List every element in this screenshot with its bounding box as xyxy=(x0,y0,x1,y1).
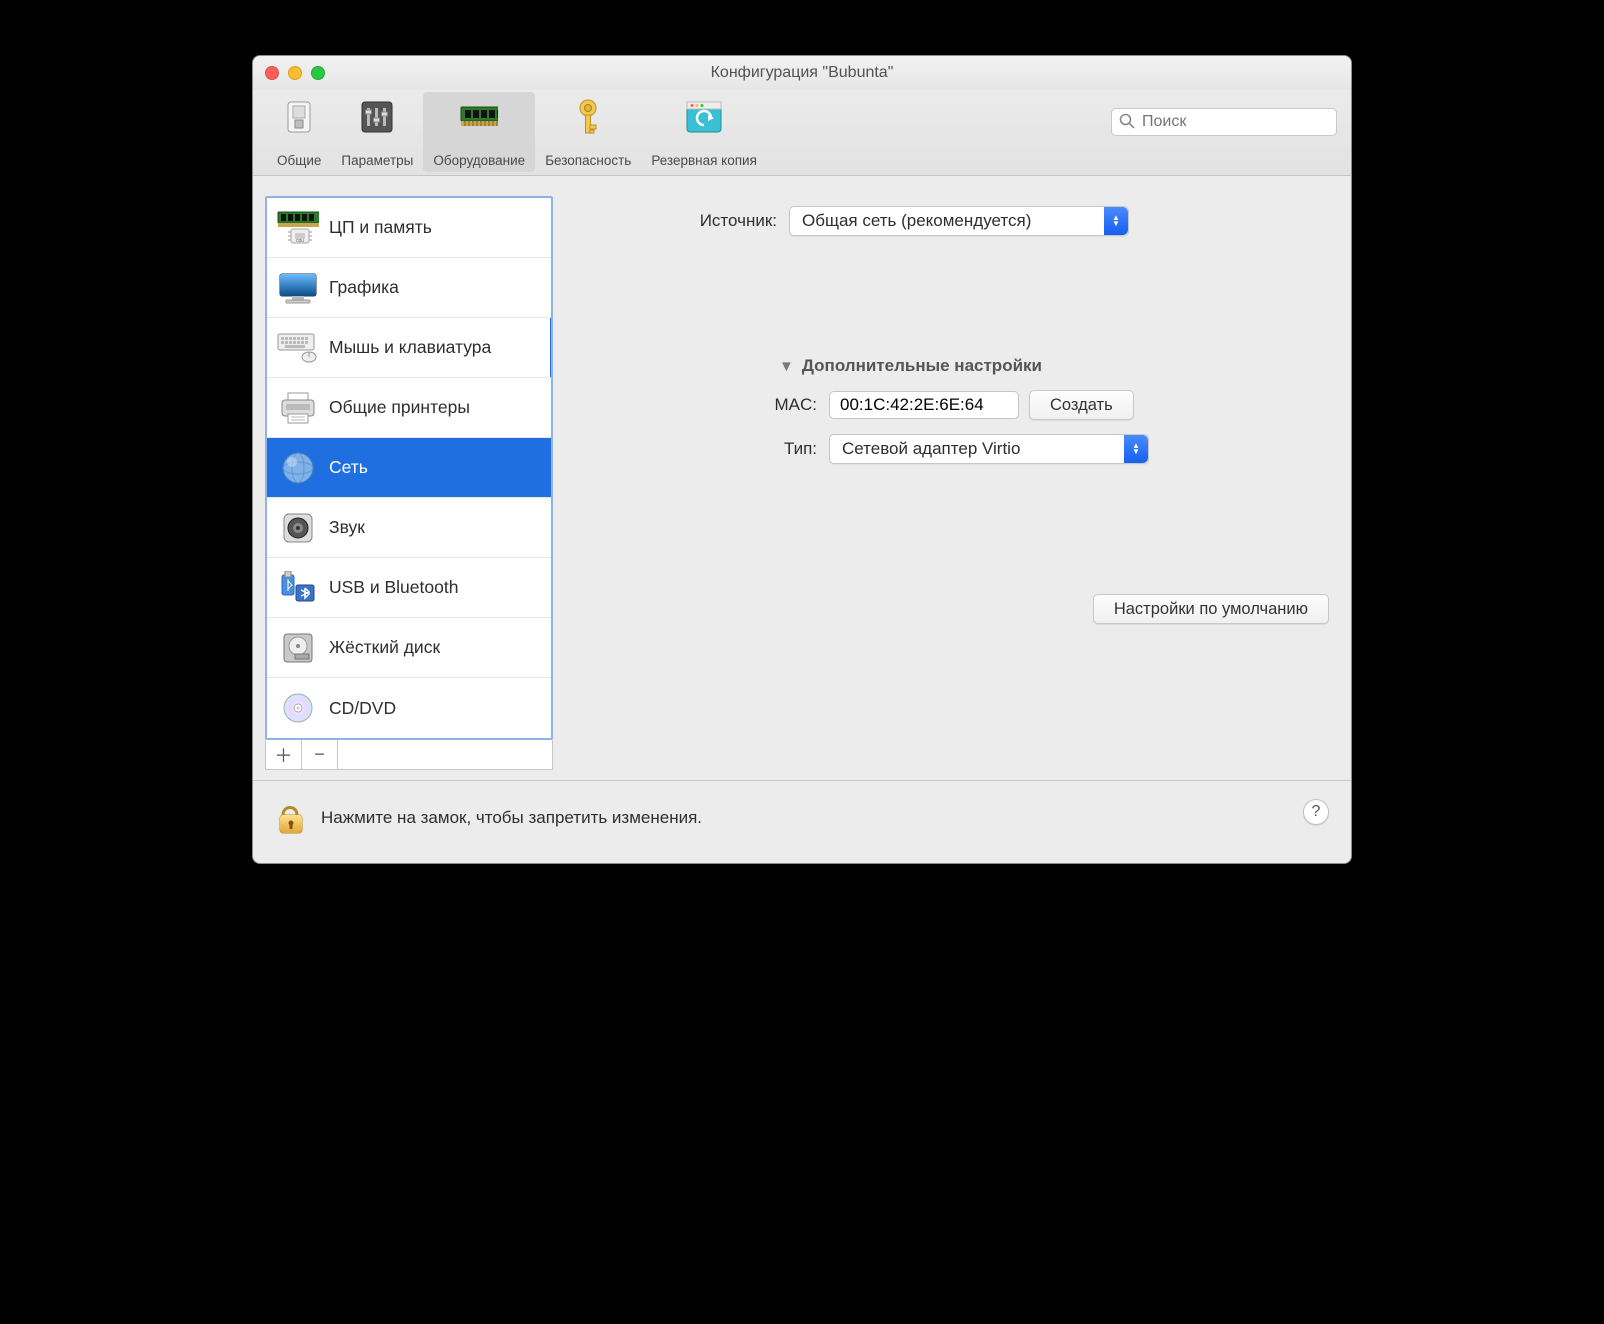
speaker-icon xyxy=(277,507,319,549)
lock-text: Нажмите на замок, чтобы запретить измене… xyxy=(321,808,702,828)
detail-pane: Источник: Общая сеть (рекомендуется) ▲▼ … xyxy=(579,196,1329,770)
usb-bluetooth-icon xyxy=(277,567,319,609)
hdd-icon xyxy=(277,627,319,669)
sidebar-item-cd-dvd[interactable]: CD/DVD xyxy=(267,678,551,738)
window-title: Конфигурация "Bubunta" xyxy=(253,64,1351,82)
sidebar-item-network[interactable]: Сеть xyxy=(267,438,551,498)
tab-label: Параметры xyxy=(341,153,413,168)
sidebar-item-usb-bluetooth[interactable]: USB и Bluetooth xyxy=(267,558,551,618)
sidebar-item-label: Графика xyxy=(329,277,399,298)
sliders-icon xyxy=(358,98,396,136)
add-hardware-button[interactable]: ＋ xyxy=(266,740,302,769)
tab-general[interactable]: Общие xyxy=(267,92,331,172)
key-icon xyxy=(569,98,607,136)
sidebar-item-graphics[interactable]: Графика xyxy=(267,258,551,318)
source-label: Источник: xyxy=(579,211,789,231)
tab-options[interactable]: Параметры xyxy=(331,92,423,172)
sidebar-item-label: Мышь и клавиатура xyxy=(329,337,491,358)
sidebar-item-label: ЦП и память xyxy=(329,217,432,238)
sidebar-item-label: CD/DVD xyxy=(329,698,396,719)
ram-icon xyxy=(460,98,498,136)
sidebar-item-label: Сеть xyxy=(329,457,368,478)
tab-backup[interactable]: Резервная копия xyxy=(641,92,767,172)
advanced-disclosure[interactable]: ▼ Дополнительные настройки xyxy=(779,356,1329,376)
disc-icon xyxy=(277,687,319,729)
adapter-type-select[interactable]: Сетевой адаптер Virtio ▲▼ xyxy=(829,434,1149,464)
tab-hardware[interactable]: Оборудование xyxy=(423,92,535,172)
keyboard-mouse-icon xyxy=(277,327,319,369)
type-value: Сетевой адаптер Virtio xyxy=(842,439,1020,459)
mac-input[interactable] xyxy=(829,391,1019,419)
tab-label: Безопасность xyxy=(545,153,631,168)
source-select[interactable]: Общая сеть (рекомендуется) ▲▼ xyxy=(789,206,1129,236)
sidebar-item-label: Звук xyxy=(329,517,365,538)
search-input[interactable] xyxy=(1111,108,1337,136)
search-field[interactable] xyxy=(1111,108,1337,136)
mac-label: MAC: xyxy=(579,395,829,415)
tab-security[interactable]: Безопасность xyxy=(535,92,641,172)
lock-icon[interactable] xyxy=(275,799,307,837)
footer: Нажмите на замок, чтобы запретить измене… xyxy=(253,780,1351,863)
titlebar: Конфигурация "Bubunta" xyxy=(253,56,1351,90)
tab-label: Оборудование xyxy=(433,153,525,168)
generate-mac-button[interactable]: Создать xyxy=(1029,390,1134,420)
content-area: cpu ЦП и память Графика Мышь и клавиатур… xyxy=(253,176,1351,780)
source-row: Источник: Общая сеть (рекомендуется) ▲▼ xyxy=(579,206,1329,236)
sidebar-item-label: Общие принтеры xyxy=(329,397,470,418)
type-row: Тип: Сетевой адаптер Virtio ▲▼ xyxy=(579,434,1329,464)
sidebar-item-hard-disk[interactable]: Жёсткий диск xyxy=(267,618,551,678)
dropdown-arrows-icon: ▲▼ xyxy=(1104,207,1128,235)
type-label: Тип: xyxy=(579,439,829,459)
sidebar-item-cpu-memory[interactable]: cpu ЦП и память xyxy=(267,198,551,258)
cpu-ram-icon: cpu xyxy=(277,207,319,249)
svg-text:cpu: cpu xyxy=(296,238,304,244)
sidebar-item-sound[interactable]: Звук xyxy=(267,498,551,558)
display-icon xyxy=(277,267,319,309)
tab-label: Резервная копия xyxy=(651,153,757,168)
disclosure-triangle-icon: ▼ xyxy=(779,358,794,375)
sidebar-item-mouse-keyboard[interactable]: Мышь и клавиатура xyxy=(267,318,551,378)
search-icon xyxy=(1119,113,1135,129)
mac-row: MAC: Создать xyxy=(579,390,1329,420)
switch-icon xyxy=(280,98,318,136)
toolbar: Общие Параметры Оборудование xyxy=(253,90,1351,176)
backup-icon xyxy=(685,98,723,136)
tab-label: Общие xyxy=(277,153,321,168)
sidebar-item-printers[interactable]: Общие принтеры xyxy=(267,378,551,438)
hardware-sidebar: cpu ЦП и память Графика Мышь и клавиатур… xyxy=(265,196,553,740)
sidebar-item-label: USB и Bluetooth xyxy=(329,577,458,598)
globe-icon xyxy=(277,447,319,489)
remove-hardware-button[interactable]: − xyxy=(302,740,338,769)
help-button[interactable]: ? xyxy=(1303,799,1329,825)
printer-icon xyxy=(277,387,319,429)
restore-defaults-button[interactable]: Настройки по умолчанию xyxy=(1093,594,1329,624)
dropdown-arrows-icon: ▲▼ xyxy=(1124,435,1148,463)
settings-window: Конфигурация "Bubunta" Общие Параметры xyxy=(252,55,1352,864)
source-value: Общая сеть (рекомендуется) xyxy=(802,211,1031,231)
sidebar-item-label: Жёсткий диск xyxy=(329,637,440,658)
advanced-label: Дополнительные настройки xyxy=(802,356,1042,376)
sidebar-list-buttons: ＋ − xyxy=(265,740,553,770)
